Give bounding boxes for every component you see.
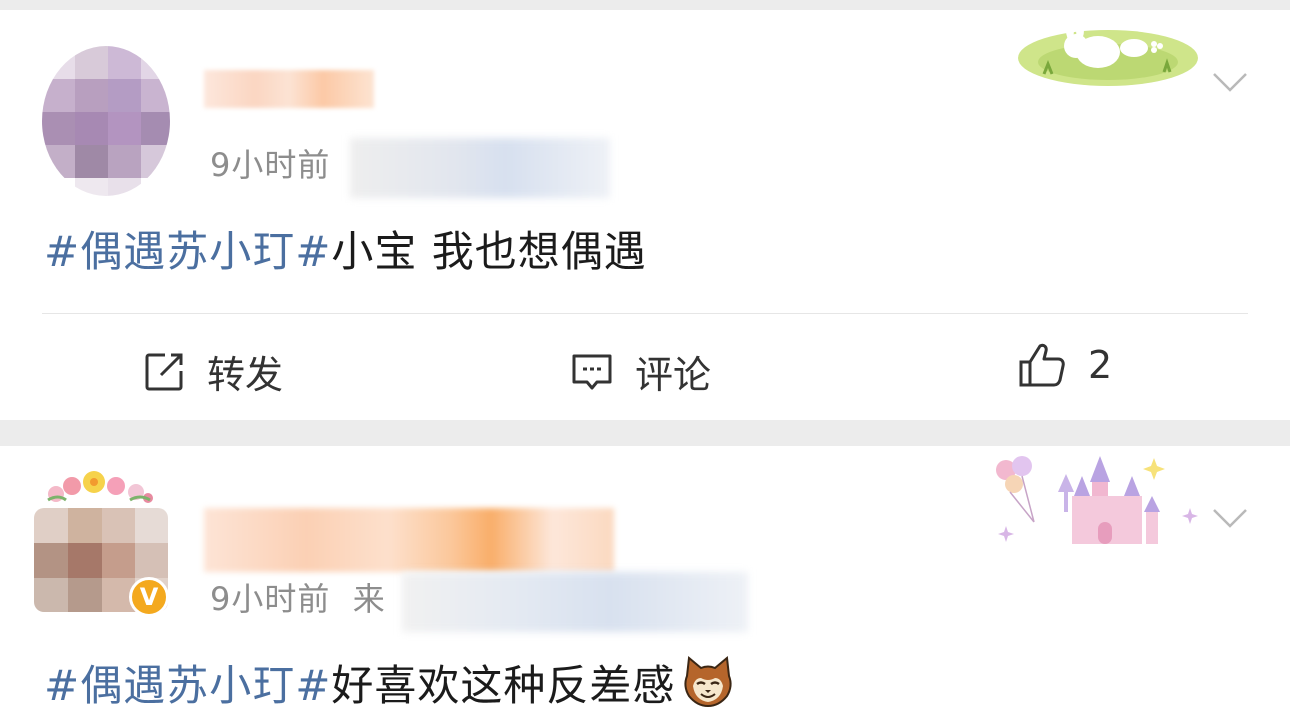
chevron-down-icon[interactable] [1212, 508, 1248, 530]
post-text: #偶遇苏小玎#小宝 我也想偶遇 [44, 227, 647, 276]
avatar[interactable] [42, 46, 170, 196]
castle-balloons-card-skin-icon [996, 456, 1198, 544]
source-prefix: 来 [352, 580, 386, 618]
post-card-2: V 9小时前 来 #偶遇苏小玎#好喜欢这种反差感 [0, 446, 1290, 718]
post-time: 9小时前 [210, 146, 331, 184]
divider [42, 313, 1248, 314]
post-source-blurred [350, 138, 610, 198]
username-blurred[interactable] [204, 70, 374, 108]
hashtag-link[interactable]: #偶遇苏小玎# [44, 661, 331, 710]
post-time: 9小时前 来 [210, 580, 386, 618]
like-count: 2 [1088, 343, 1113, 387]
repost-button[interactable]: 转发 [143, 344, 283, 399]
post-card-1: 9小时前 #偶遇苏小玎#小宝 我也想偶遇 转发 评论 2 [0, 10, 1290, 420]
comment-button[interactable]: 评论 [571, 344, 711, 399]
hashtag-link[interactable]: #偶遇苏小玎# [44, 227, 331, 276]
bunny-card-skin-icon [1018, 20, 1198, 86]
comment-icon [572, 354, 612, 389]
repost-icon [145, 353, 183, 390]
post-source-blurred [402, 572, 748, 632]
like-button[interactable]: 2 [1018, 342, 1112, 388]
cat-face-emoji-icon [684, 656, 732, 708]
chevron-down-icon[interactable] [1212, 72, 1248, 94]
post-text: #偶遇苏小玎#好喜欢这种反差感 [44, 652, 735, 713]
thumbs-up-icon [1019, 343, 1065, 387]
flower-crown-icon [47, 471, 153, 503]
verified-badge-icon: V [129, 577, 169, 617]
username-blurred[interactable] [204, 508, 614, 572]
